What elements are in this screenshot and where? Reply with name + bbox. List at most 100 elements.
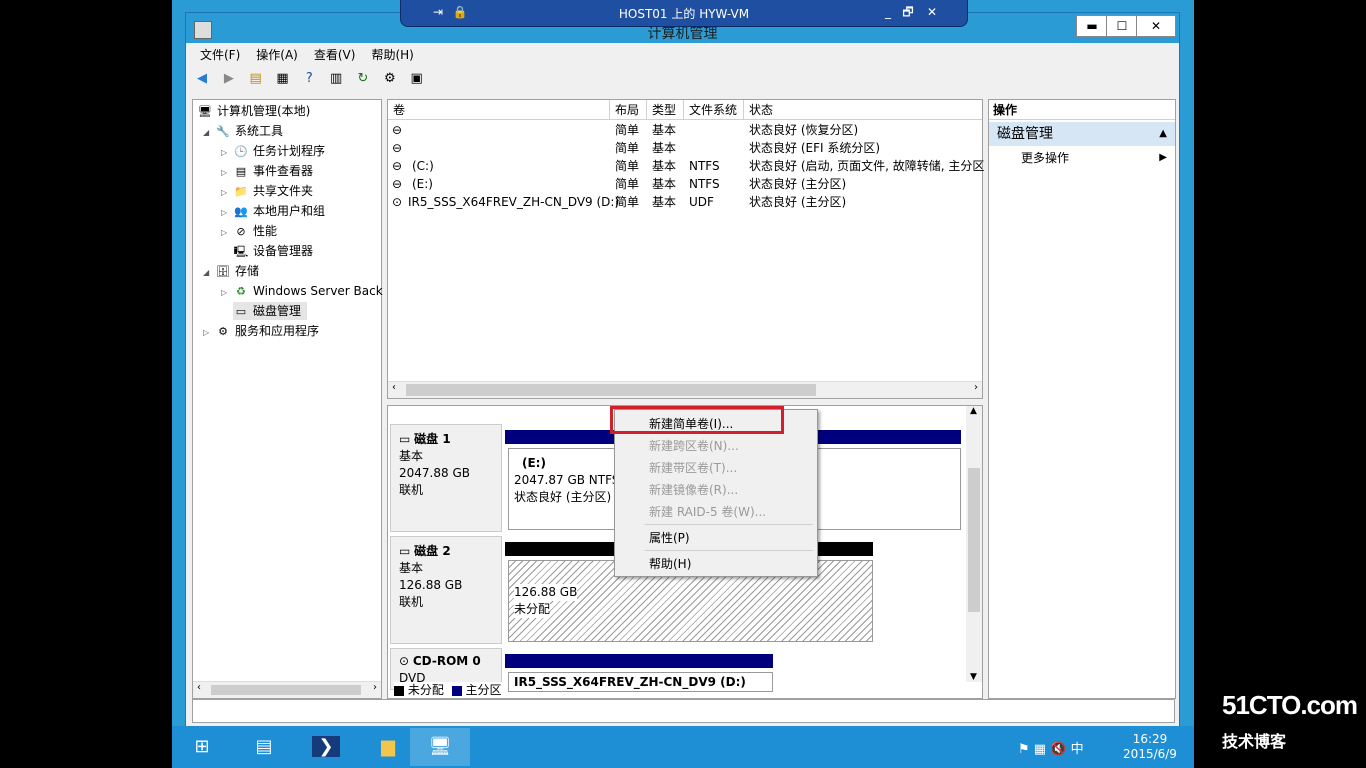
scroll-thumb[interactable] bbox=[406, 384, 816, 396]
tree-device-manager[interactable]: 🖳 设备管理器 bbox=[233, 242, 313, 260]
menu-action[interactable]: 操作(A) bbox=[248, 45, 306, 65]
disk-2-info[interactable]: ▭ 磁盘 2 基本 126.88 GB 联机 bbox=[390, 536, 502, 644]
collapsed-arrow-icon[interactable]: ▷ bbox=[221, 164, 233, 182]
navigation-tree: 🖥 计算机管理(本地) ◢ 🔧 系统工具 ▷ 🕒 任务计划程序 ▷ ▤ 事件查看器 ▷ 📁 共享文… bbox=[192, 99, 383, 699]
disk-tool-icon[interactable]: ▣ bbox=[407, 69, 427, 89]
users-icon: 👥 bbox=[234, 204, 248, 218]
disk-icon: ▭ bbox=[399, 544, 415, 558]
menu-new-raid5-volume[interactable]: 新建 RAID-5 卷(W)... bbox=[615, 501, 817, 523]
folder-icon: ▆ bbox=[381, 736, 395, 757]
ime-indicator[interactable]: 中 bbox=[1071, 742, 1084, 757]
tree-task-scheduler[interactable]: ▷ 🕒 任务计划程序 bbox=[221, 142, 325, 160]
volume-muted-icon[interactable]: 🔇 bbox=[1050, 742, 1066, 757]
collapsed-arrow-icon[interactable]: ▷ bbox=[221, 144, 233, 162]
column-volume[interactable]: 卷 bbox=[388, 100, 610, 120]
collapsed-arrow-icon[interactable]: ▷ bbox=[221, 224, 233, 242]
legend-unallocated-swatch bbox=[394, 685, 404, 696]
table-row[interactable]: ⊖ 简单 基本 状态良好 (恢复分区) bbox=[388, 121, 982, 139]
column-filesystem[interactable]: 文件系统 bbox=[684, 100, 744, 120]
scroll-left-icon[interactable]: ‹ bbox=[197, 682, 201, 693]
start-button[interactable]: ⊞ bbox=[172, 728, 232, 766]
services-icon: ⚙ bbox=[218, 324, 228, 338]
performance-icon: ⊘ bbox=[236, 224, 246, 238]
column-layout[interactable]: 布局 bbox=[610, 100, 647, 120]
actions-header: 操作 bbox=[989, 100, 1175, 120]
refresh-icon[interactable]: ↻ bbox=[353, 69, 373, 89]
powershell-button[interactable]: ❯ bbox=[296, 728, 356, 766]
menu-help-item[interactable]: 帮助(H) bbox=[615, 553, 817, 575]
menu-new-striped-volume[interactable]: 新建带区卷(T)... bbox=[615, 457, 817, 479]
server-manager-button[interactable]: ▤ bbox=[234, 728, 294, 766]
tree-storage[interactable]: ◢ 🗄 存储 bbox=[203, 262, 259, 280]
watermark-subtitle: 技术博客 bbox=[1222, 732, 1287, 751]
more-actions-item[interactable]: 更多操作 ▶ bbox=[989, 148, 1175, 168]
scroll-right-icon[interactable]: › bbox=[373, 682, 377, 693]
settings-icon[interactable]: ⚙ bbox=[380, 69, 400, 89]
tree-performance[interactable]: ▷ ⊘ 性能 bbox=[221, 222, 277, 240]
up-folder-icon[interactable]: ▤ bbox=[246, 69, 266, 89]
computer-icon: 🖥 bbox=[198, 104, 212, 118]
rdp-minimize-button[interactable]: _ bbox=[879, 3, 897, 21]
table-row[interactable]: ⊖ 简单 基本 状态良好 (EFI 系统分区) bbox=[388, 139, 982, 157]
dvd-drive-icon: ⊙ bbox=[392, 195, 403, 209]
tree-event-viewer[interactable]: ▷ ▤ 事件查看器 bbox=[221, 162, 313, 180]
clock[interactable]: 16:29 2015/6/9 bbox=[1118, 732, 1182, 762]
tree-local-users[interactable]: ▷ 👥 本地用户和组 bbox=[221, 202, 325, 220]
menu-separator bbox=[645, 550, 813, 551]
rdp-close-button[interactable]: ✕ bbox=[923, 3, 941, 21]
column-status[interactable]: 状态 bbox=[744, 100, 982, 120]
table-row[interactable]: ⊙ IR5_SSS_X64FREV_ZH-CN_DV9 (D:) 简单 基本 U… bbox=[388, 193, 982, 211]
cdrom-volume[interactable]: IR5_SSS_X64FREV_ZH-CN_DV9 (D:) bbox=[508, 672, 773, 692]
flag-icon[interactable]: ⚑ bbox=[1018, 742, 1030, 757]
collapse-arrow-icon[interactable]: ▲ bbox=[1159, 122, 1167, 146]
scroll-up-icon[interactable]: ▲ bbox=[970, 406, 977, 416]
tree-services-apps[interactable]: ▷ ⚙ 服务和应用程序 bbox=[203, 322, 319, 340]
powershell-icon: ❯ bbox=[312, 736, 340, 757]
tree-shared-folders[interactable]: ▷ 📁 共享文件夹 bbox=[221, 182, 313, 200]
menu-new-mirrored-volume[interactable]: 新建镜像卷(R)... bbox=[615, 479, 817, 501]
collapsed-arrow-icon[interactable]: ▷ bbox=[221, 204, 233, 222]
tree-disk-management[interactable]: ▭ 磁盘管理 bbox=[233, 302, 308, 320]
back-icon[interactable]: ◀ bbox=[192, 69, 212, 89]
maximize-button[interactable]: ☐ bbox=[1106, 15, 1138, 37]
expanded-arrow-icon[interactable]: ◢ bbox=[203, 264, 215, 282]
collapsed-arrow-icon[interactable]: ▷ bbox=[221, 184, 233, 202]
computer-management-taskbar-button[interactable]: 🖥 bbox=[410, 728, 470, 766]
disk-1-info[interactable]: ▭ 磁盘 1 基本 2047.88 GB 联机 bbox=[390, 424, 502, 532]
table-row[interactable]: ⊖ (C:) 简单 基本 NTFS 状态良好 (启动, 页面文件, 故障转储, … bbox=[388, 157, 984, 175]
scroll-down-icon[interactable]: ▼ bbox=[970, 672, 977, 682]
menu-help[interactable]: 帮助(H) bbox=[363, 45, 421, 65]
network-icon[interactable]: ▦ bbox=[1034, 742, 1046, 757]
menu-view[interactable]: 查看(V) bbox=[306, 45, 364, 65]
tree-system-tools[interactable]: ◢ 🔧 系统工具 bbox=[203, 122, 283, 140]
scroll-thumb[interactable] bbox=[968, 468, 980, 612]
menu-new-spanned-volume[interactable]: 新建跨区卷(N)... bbox=[615, 435, 817, 457]
menu-file[interactable]: 文件(F) bbox=[192, 45, 248, 65]
minimize-button[interactable]: ▬ bbox=[1076, 15, 1108, 37]
tree-horizontal-scrollbar[interactable]: ‹ › bbox=[193, 681, 381, 698]
help-icon[interactable]: ? bbox=[299, 69, 319, 89]
properties-icon[interactable]: ▥ bbox=[326, 69, 346, 89]
column-type[interactable]: 类型 bbox=[647, 100, 684, 120]
show-hide-tree-icon[interactable]: ▦ bbox=[272, 69, 292, 89]
status-bar bbox=[192, 699, 1175, 723]
actions-section-disk-management[interactable]: 磁盘管理 ▲ bbox=[989, 122, 1175, 146]
forward-icon[interactable]: ▶ bbox=[219, 69, 239, 89]
drive-icon: ⊖ bbox=[392, 141, 403, 155]
collapsed-arrow-icon[interactable]: ▷ bbox=[203, 324, 215, 342]
scroll-thumb[interactable] bbox=[211, 685, 361, 695]
disk-vertical-scrollbar[interactable]: ▲ ▼ bbox=[966, 406, 982, 682]
computer-management-window: 计算机管理 ▬ ☐ ✕ 文件(F) 操作(A) 查看(V) 帮助(H) ◀ ▶ ▤ ▦… bbox=[185, 12, 1180, 728]
tree-root[interactable]: 🖥 计算机管理(本地) bbox=[197, 102, 310, 120]
collapsed-arrow-icon[interactable]: ▷ bbox=[221, 284, 233, 302]
close-button[interactable]: ✕ bbox=[1136, 15, 1176, 37]
volume-horizontal-scrollbar[interactable]: ‹ › bbox=[388, 381, 982, 398]
scroll-left-icon[interactable]: ‹ bbox=[392, 382, 396, 393]
rdp-restore-button[interactable]: 🗗 bbox=[899, 3, 917, 21]
table-row[interactable]: ⊖ (E:) 简单 基本 NTFS 状态良好 (主分区) bbox=[388, 175, 982, 193]
menu-properties[interactable]: 属性(P) bbox=[615, 527, 817, 549]
file-explorer-button[interactable]: ▆ bbox=[358, 728, 418, 766]
scroll-right-icon[interactable]: › bbox=[974, 382, 978, 393]
expanded-arrow-icon[interactable]: ◢ bbox=[203, 124, 215, 142]
tree-windows-server-backup[interactable]: ▷ ♻ Windows Server Back bbox=[221, 282, 383, 300]
